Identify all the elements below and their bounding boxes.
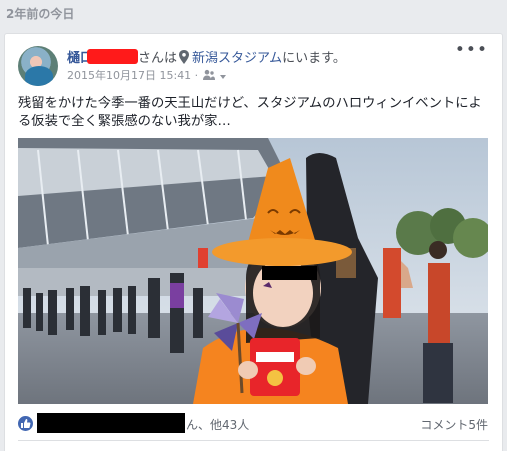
avatar[interactable] <box>18 46 58 86</box>
post-header: 樋口 さんは 新潟スタジアムにいます。 <box>67 47 346 66</box>
map-pin-icon <box>179 50 190 64</box>
author-suffix: さんは <box>138 51 178 66</box>
post-text: 残留をかけた今季一番の天王山だけど、スタジアムのハロウィンイベントによる仮装で全… <box>18 96 482 129</box>
chevron-down-icon[interactable] <box>219 73 227 81</box>
at-suffix: にいます。 <box>282 51 346 66</box>
likers-redaction <box>37 413 185 433</box>
post-photo[interactable] <box>18 138 488 404</box>
divider <box>18 440 489 441</box>
post-options-button[interactable]: ••• <box>455 40 488 60</box>
likes-count[interactable]: ん、他43人 <box>186 416 249 433</box>
reactions-bar: ん、他43人 コメント5件 <box>18 413 488 435</box>
stadium-photo <box>18 138 488 404</box>
post-card: 樋口 さんは 新潟スタジアムにいます。 2015年10月17日 15:41 · ••… <box>4 33 503 451</box>
location-link[interactable]: 新潟スタジアム <box>192 51 282 66</box>
name-redaction <box>87 49 139 64</box>
friends-icon[interactable] <box>202 69 216 81</box>
post-timestamp[interactable]: 2015年10月17日 15:41 · <box>67 69 198 82</box>
comment-count[interactable]: コメント5件 <box>420 416 488 433</box>
memory-header: 2年前の今日 <box>6 7 75 21</box>
like-icon[interactable] <box>18 416 33 431</box>
post-meta: 2015年10月17日 15:41 · <box>67 67 227 83</box>
